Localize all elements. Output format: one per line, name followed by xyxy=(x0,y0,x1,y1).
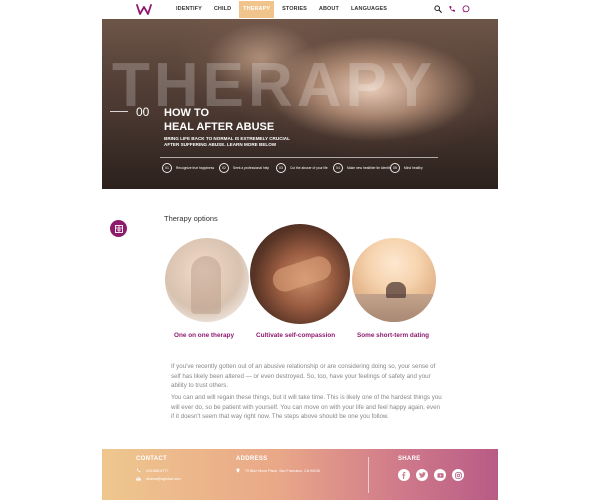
hero-title-line1: HOW TO xyxy=(164,107,210,119)
nav-icons xyxy=(434,5,470,13)
location-pin-icon xyxy=(236,468,240,473)
chat-icon[interactable] xyxy=(462,5,470,13)
hero-step[interactable]: 01 Recognize true happiness xyxy=(162,163,219,173)
hero-step-label: Mind healthy xyxy=(404,166,423,170)
hero-step-label: Make new healthier tie identity xyxy=(347,166,390,170)
facebook-icon[interactable] xyxy=(398,469,410,481)
footer-address-text: 79 Blue Moon Place, San Francisco, CA 94… xyxy=(245,468,320,473)
nav-item-therapy[interactable]: THERAPY xyxy=(239,1,275,18)
hero-subtitle: BRING LIFE BACK TO NORMAL IS EXTREMELY C… xyxy=(164,136,290,147)
therapist-figure xyxy=(191,256,221,314)
footer: CONTACT 415-858-6777 dhama@wglobal.com A… xyxy=(102,449,498,500)
footer-share-heading: SHARE xyxy=(398,456,421,462)
instagram-icon[interactable] xyxy=(452,469,464,481)
hero-step[interactable]: 05 Mind healthy xyxy=(390,163,447,173)
hero-step[interactable]: 02 Seek a professional help xyxy=(219,163,276,173)
couple-figure xyxy=(386,282,406,298)
nav-item-identify[interactable]: IDENTIFY xyxy=(172,1,206,18)
phone-icon[interactable] xyxy=(448,5,456,13)
hero-step-label: Cut the abuser of your life xyxy=(290,166,328,170)
hero-step-number: 02 xyxy=(219,163,229,173)
hero-step-number: 04 xyxy=(333,163,343,173)
top-nav: IDENTIFY CHILD THERAPY STORIES ABOUT LAN… xyxy=(102,0,498,19)
hero-step-number: 01 xyxy=(162,163,172,173)
hero-step[interactable]: 03 Cut the abuser of your life xyxy=(276,163,333,173)
footer-contact-heading: CONTACT xyxy=(136,456,167,462)
option-image-self-compassion[interactable] xyxy=(250,224,350,324)
hero-step-number: 03 xyxy=(276,163,286,173)
option-image-short-term-dating[interactable] xyxy=(352,238,436,322)
hero-step-number: 05 xyxy=(390,163,400,173)
hero-number: 00 xyxy=(136,105,150,119)
hero-title-line2: HEAL AFTER ABUSE xyxy=(164,121,275,133)
option-caption-one-on-one[interactable]: One on one therapy xyxy=(174,332,234,339)
nav-item-child[interactable]: CHILD xyxy=(210,1,235,18)
nav-item-about[interactable]: ABOUT xyxy=(315,1,343,18)
footer-divider xyxy=(368,457,369,493)
nav-item-stories[interactable]: STORIES xyxy=(278,1,311,18)
beach-scene xyxy=(352,294,436,322)
phone-icon xyxy=(136,468,141,473)
therapy-logo-icon[interactable] xyxy=(110,220,127,237)
option-caption-self-compassion[interactable]: Cultivate self-compassion xyxy=(256,332,335,339)
body-paragraph-1: If you've recently gotten out of an abus… xyxy=(171,363,436,389)
search-icon[interactable] xyxy=(434,5,442,13)
mail-icon xyxy=(136,477,141,481)
hero-title: HOW TO HEAL AFTER ABUSE xyxy=(164,106,274,134)
share-icons xyxy=(398,469,464,481)
nav-item-languages[interactable]: LANGUAGES xyxy=(347,1,391,18)
hero-step-label: Seek a professional help xyxy=(233,166,270,170)
therapy-symbol-icon xyxy=(114,224,123,233)
hero-step[interactable]: 04 Make new healthier tie identity xyxy=(333,163,390,173)
therapy-options-heading: Therapy options xyxy=(164,214,218,223)
footer-phone-text: 415-858-6777 xyxy=(146,468,169,473)
footer-address-heading: ADDRESS xyxy=(236,456,268,462)
hero-divider xyxy=(110,111,128,112)
hero-steps-divider xyxy=(160,157,438,158)
footer-email[interactable]: dhama@wglobal.com xyxy=(136,477,181,481)
twitter-icon[interactable] xyxy=(416,469,428,481)
option-caption-short-term-dating[interactable]: Some short-term dating xyxy=(357,332,429,339)
footer-email-text: dhama@wglobal.com xyxy=(146,477,181,481)
hero-step-label: Recognize true happiness xyxy=(176,166,215,170)
nav-menu: IDENTIFY CHILD THERAPY STORIES ABOUT LAN… xyxy=(172,1,395,18)
hero-steps: 01 Recognize true happiness 02 Seek a pr… xyxy=(162,163,492,173)
holding-hands-figure xyxy=(269,253,335,295)
footer-phone[interactable]: 415-858-6777 xyxy=(136,468,168,473)
youtube-icon[interactable] xyxy=(434,469,446,481)
hero-banner: THERAPY 00 HOW TO HEAL AFTER ABUSE BRING… xyxy=(102,19,498,189)
footer-address: 79 Blue Moon Place, San Francisco, CA 94… xyxy=(236,468,320,473)
body-paragraph-2: You can and will regain these things, bu… xyxy=(171,394,442,420)
logo[interactable] xyxy=(136,4,152,15)
option-image-one-on-one[interactable] xyxy=(165,238,249,322)
